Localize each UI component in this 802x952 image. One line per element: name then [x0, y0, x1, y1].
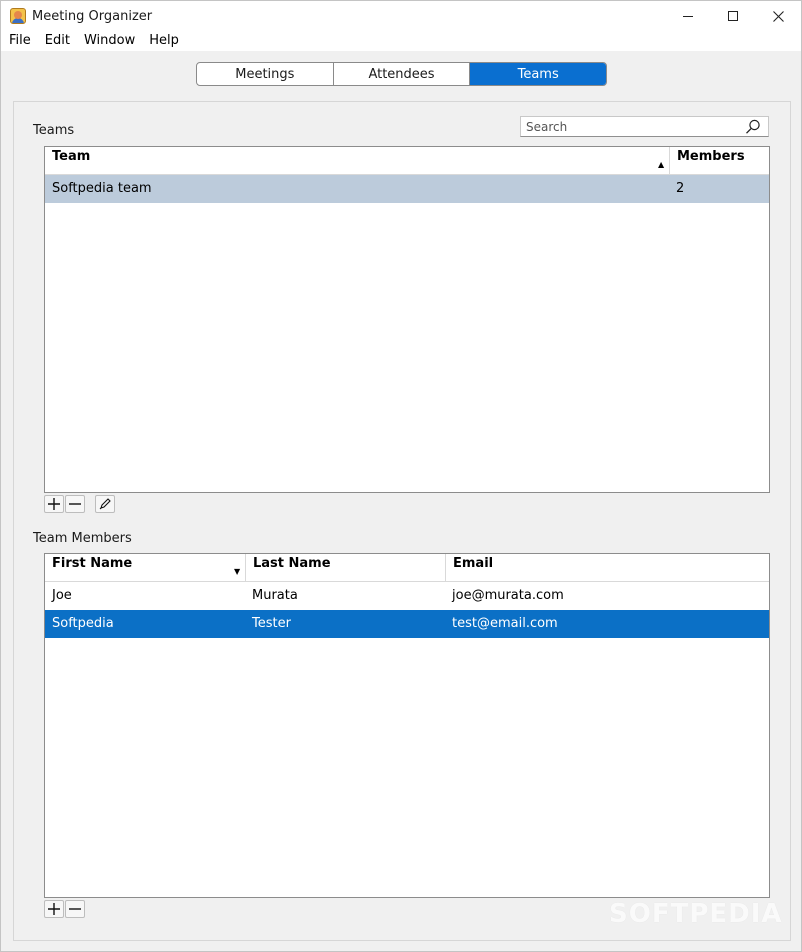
remove-member-button[interactable] — [65, 900, 85, 918]
sort-ascending-icon: ▲ — [658, 160, 665, 169]
maximize-button[interactable] — [710, 1, 756, 31]
maximize-icon — [728, 11, 738, 21]
team-members-table[interactable]: First Name ▼ Last Name Email Joe Murata … — [44, 553, 770, 898]
column-header-first-name-label: First Name — [52, 556, 133, 571]
email-cell: test@email.com — [452, 616, 558, 631]
close-icon — [772, 10, 784, 22]
minimize-icon — [683, 15, 693, 17]
tab-meetings[interactable]: Meetings — [197, 63, 334, 85]
team-name-cell: Softpedia team — [52, 181, 152, 196]
menu-window[interactable]: Window — [78, 31, 141, 51]
plus-icon — [48, 903, 60, 915]
minus-icon — [69, 503, 81, 505]
team-members-cell: 2 — [676, 181, 685, 196]
add-team-button[interactable] — [44, 495, 64, 513]
menu-bar: File Edit Window Help — [1, 31, 801, 51]
table-row[interactable]: Softpedia Tester test@email.com — [45, 610, 769, 638]
last-name-cell: Murata — [252, 588, 298, 603]
title-bar: Meeting Organizer — [1, 1, 801, 31]
column-header-last-name-label: Last Name — [253, 556, 331, 571]
app-window: Meeting Organizer File Edit Window Help … — [0, 0, 802, 952]
column-header-email-label: Email — [453, 556, 494, 571]
add-member-button[interactable] — [44, 900, 64, 918]
minimize-button[interactable] — [665, 1, 711, 31]
column-header-members[interactable]: Members — [669, 147, 769, 175]
column-header-team-label: Team — [52, 149, 91, 164]
watermark: SOFTPEDIA — [609, 899, 783, 929]
column-header-members-label: Members — [677, 149, 745, 164]
search-icon[interactable] — [744, 118, 762, 136]
window-title: Meeting Organizer — [32, 9, 153, 24]
menu-help[interactable]: Help — [143, 31, 185, 51]
last-name-cell: Tester — [252, 616, 291, 631]
menu-edit[interactable]: Edit — [39, 31, 76, 51]
remove-team-button[interactable] — [65, 495, 85, 513]
view-tabs: Meetings Attendees Teams — [196, 62, 607, 86]
team-members-section-label: Team Members — [33, 531, 132, 546]
search-box[interactable] — [520, 116, 769, 137]
table-row[interactable]: Softpedia team 2 — [45, 175, 769, 203]
tab-attendees[interactable]: Attendees — [334, 63, 471, 85]
pencil-icon — [99, 498, 111, 510]
teams-section-label: Teams — [33, 123, 75, 138]
sort-descending-icon: ▼ — [234, 567, 241, 576]
plus-icon — [48, 498, 60, 510]
first-name-cell: Joe — [52, 588, 72, 603]
email-cell: joe@murata.com — [452, 588, 564, 603]
app-icon — [10, 8, 26, 24]
teams-table[interactable]: Team ▲ Members Softpedia team 2 — [44, 146, 770, 493]
column-header-email[interactable]: Email — [445, 554, 769, 582]
first-name-cell: Softpedia — [52, 616, 114, 631]
close-button[interactable] — [755, 1, 801, 31]
column-header-last-name[interactable]: Last Name — [245, 554, 445, 582]
edit-team-button[interactable] — [95, 495, 115, 513]
column-header-team[interactable]: Team ▲ — [45, 147, 669, 175]
menu-file[interactable]: File — [3, 31, 37, 51]
teams-table-header: Team ▲ Members — [45, 147, 769, 175]
table-row[interactable]: Joe Murata joe@murata.com — [45, 582, 769, 610]
team-members-table-header: First Name ▼ Last Name Email — [45, 554, 769, 582]
search-input[interactable] — [521, 119, 744, 134]
minus-icon — [69, 908, 81, 910]
tab-teams[interactable]: Teams — [470, 63, 606, 85]
column-header-first-name[interactable]: First Name ▼ — [45, 554, 245, 582]
